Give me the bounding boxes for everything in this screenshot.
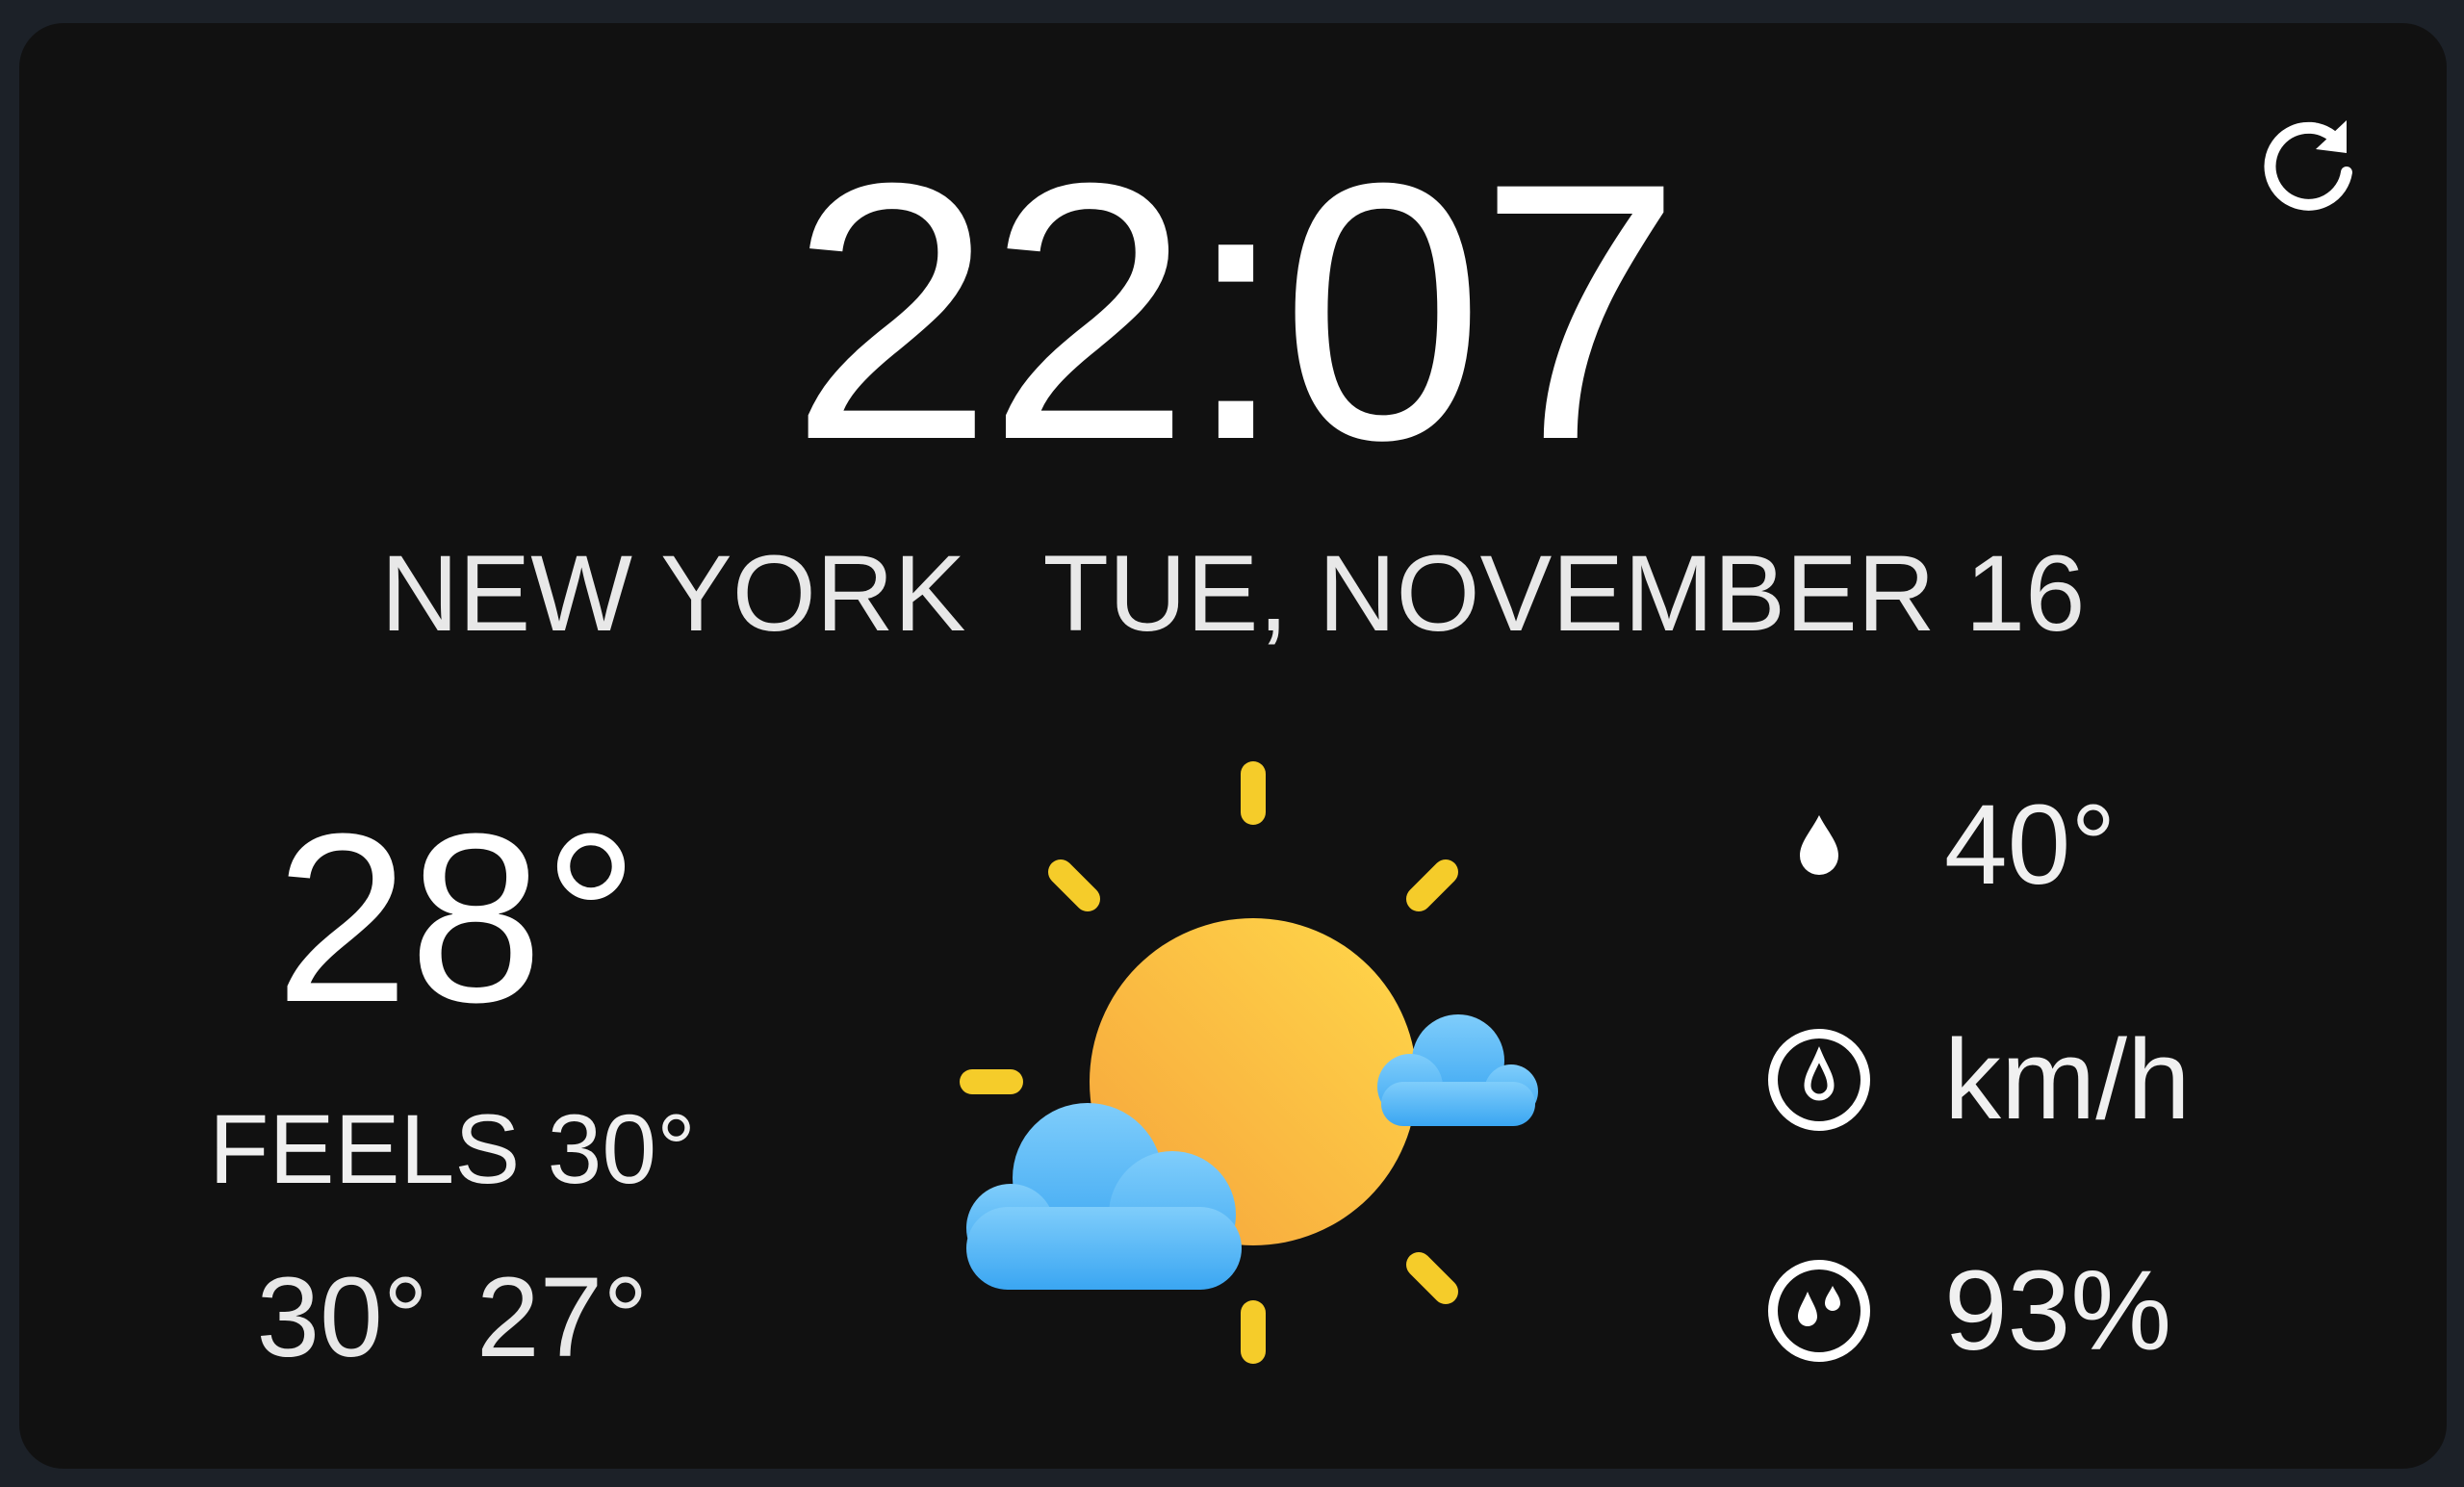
high-low-temperature: 30° 27° bbox=[202, 1255, 703, 1380]
location-date-row: NEW YORK TUE, NOVEMBER 16 bbox=[19, 531, 2447, 656]
dew-point-stat: 40° bbox=[1752, 768, 2348, 922]
wind-gauge-icon bbox=[1752, 1013, 1886, 1147]
humidity-icon bbox=[1752, 1243, 1886, 1378]
high-temperature: 30° bbox=[256, 1254, 428, 1381]
feels-like-temperature: FEELS 30° bbox=[209, 1094, 696, 1204]
wind-stat: km/h bbox=[1752, 1003, 2348, 1157]
weather-widget: 22:07 NEW YORK TUE, NOVEMBER 16 28° FEELS… bbox=[19, 23, 2447, 1469]
humidity-stat: 93% bbox=[1752, 1234, 2348, 1388]
current-temperature: 28° bbox=[274, 783, 640, 1052]
city-name: NEW YORK bbox=[380, 533, 966, 654]
droplet-icon bbox=[1752, 778, 1886, 912]
partly-sunny-icon bbox=[924, 755, 1598, 1428]
humidity-value: 93% bbox=[1944, 1247, 2172, 1374]
clock-time: 22:07 bbox=[789, 107, 1682, 516]
current-date: TUE, NOVEMBER 16 bbox=[1042, 533, 2086, 654]
wind-value: km/h bbox=[1944, 1016, 2191, 1143]
dew-point-value: 40° bbox=[1944, 782, 2117, 909]
low-temperature: 27° bbox=[476, 1254, 649, 1381]
